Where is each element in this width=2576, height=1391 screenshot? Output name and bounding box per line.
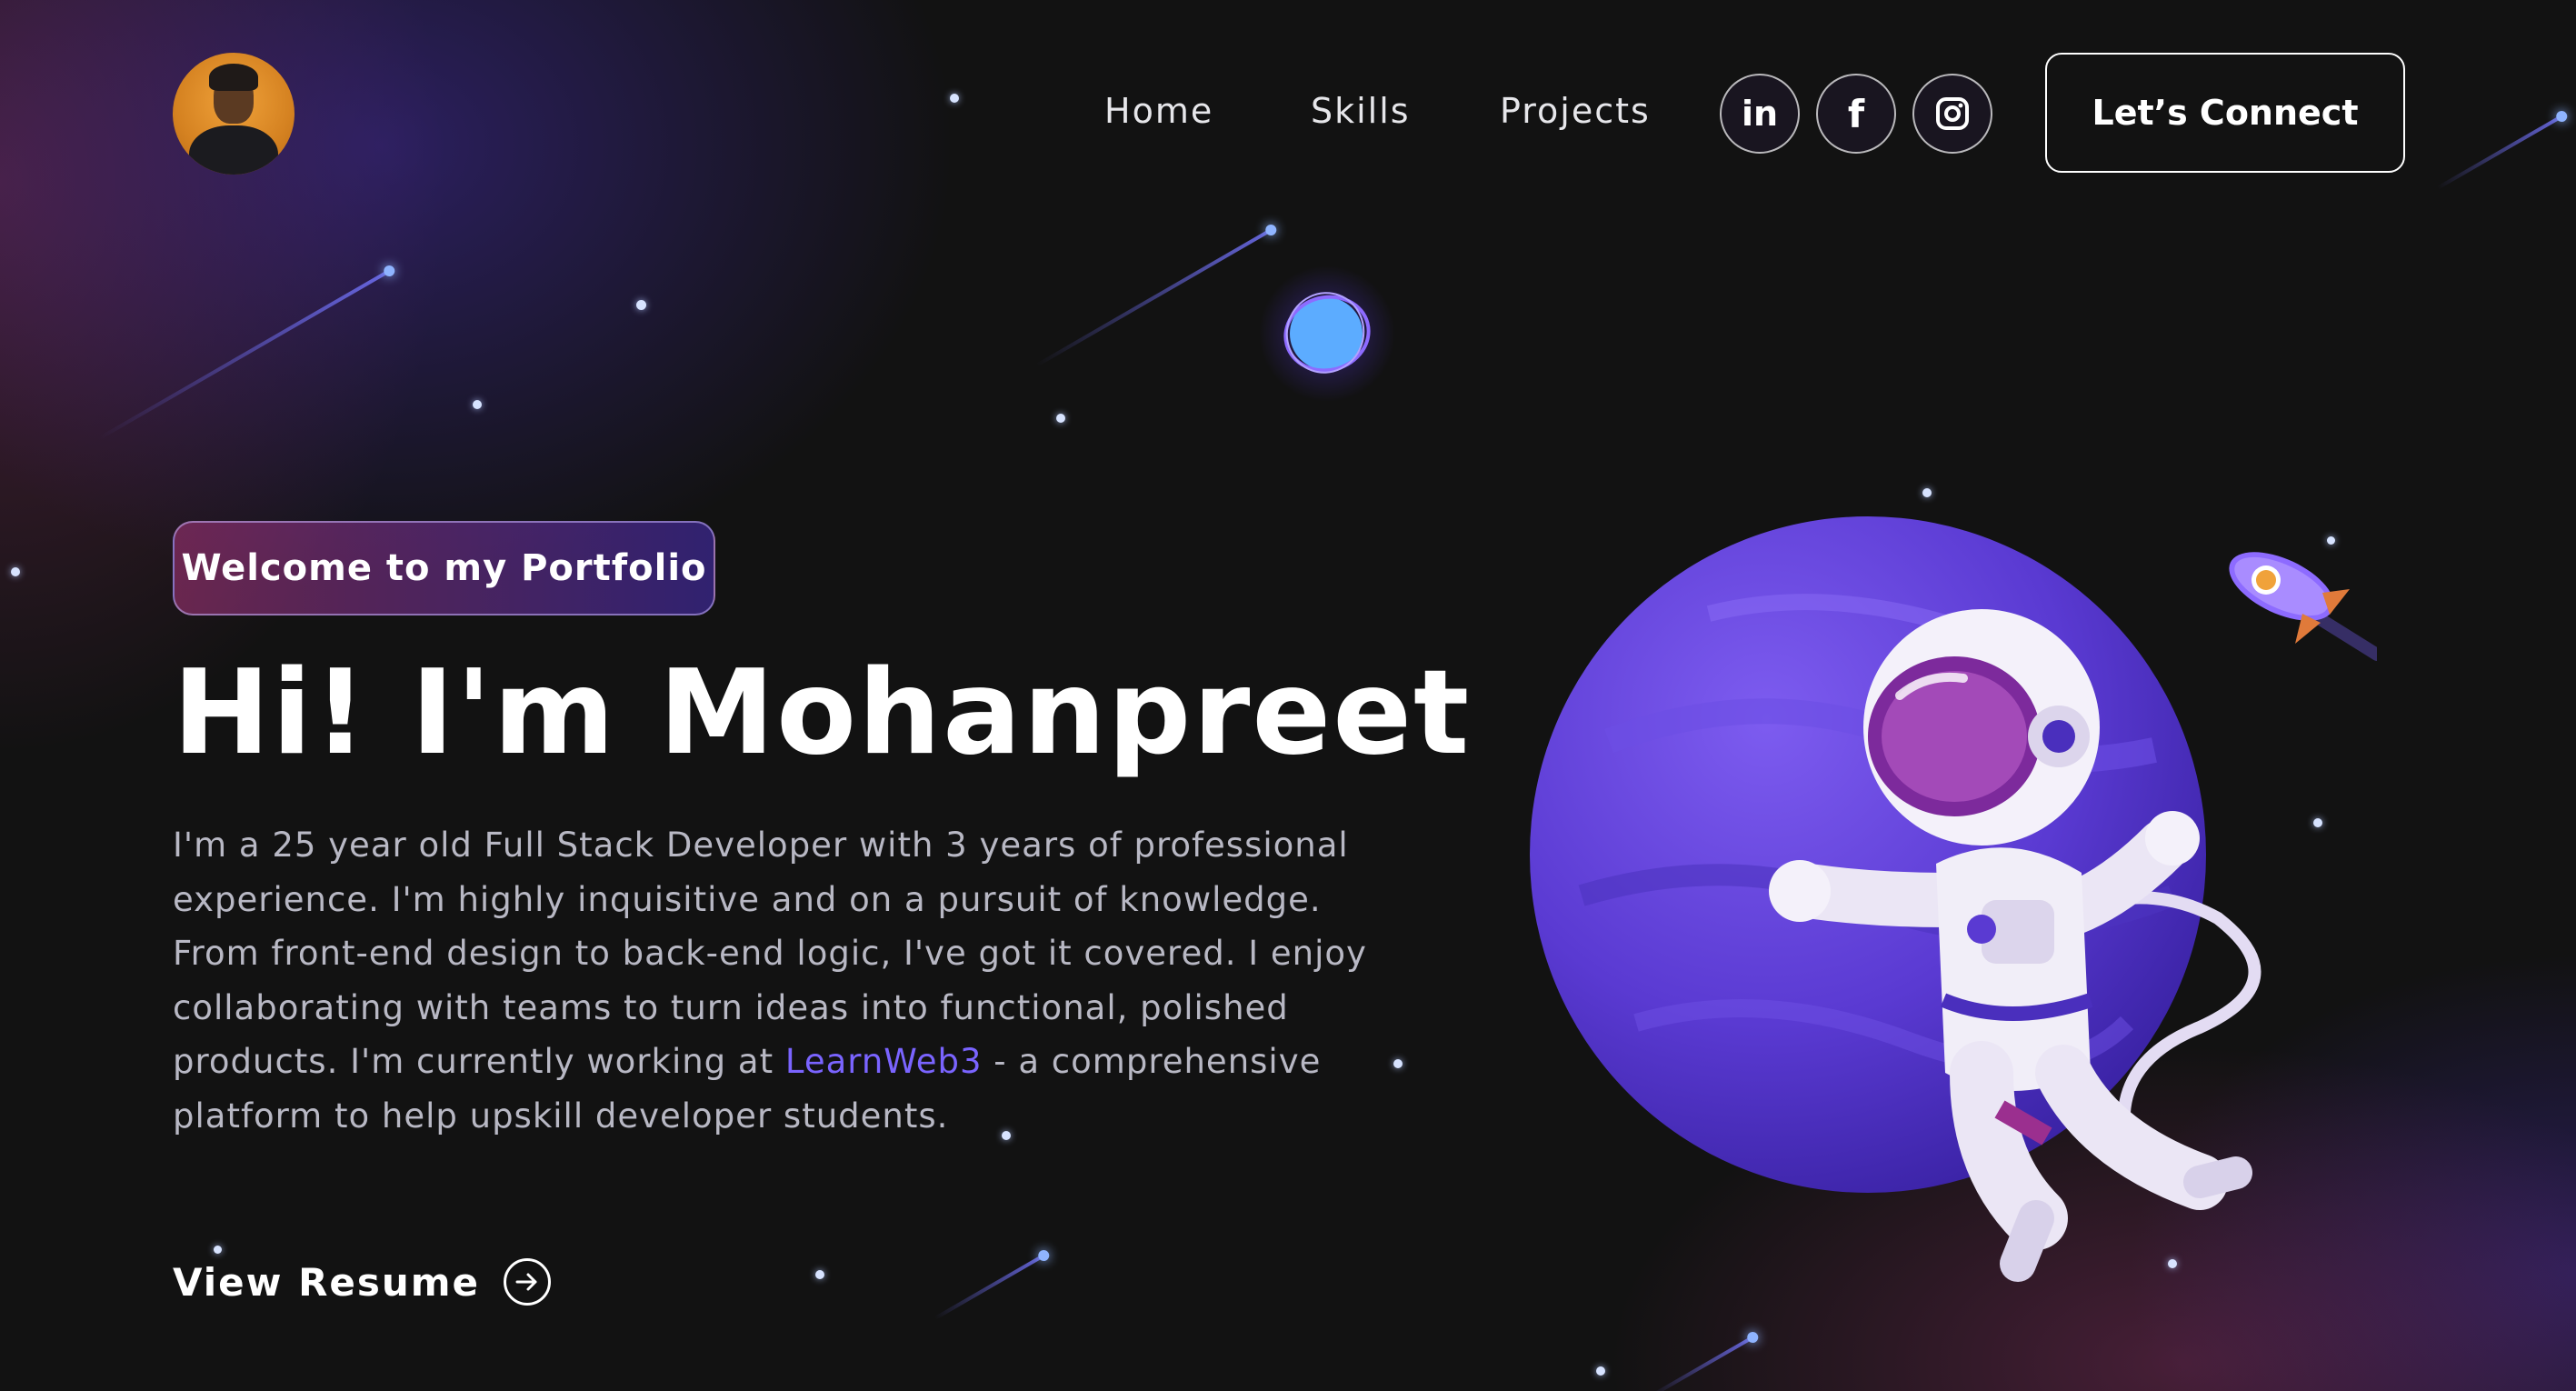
nav-home[interactable]: Home bbox=[1104, 91, 1213, 131]
star bbox=[950, 94, 959, 103]
nav-projects[interactable]: Projects bbox=[1500, 91, 1651, 131]
view-resume-button[interactable]: View Resume bbox=[173, 1258, 552, 1306]
nav-skills[interactable]: Skills bbox=[1311, 91, 1411, 131]
page-title: Hi! I'm Mohanpreet bbox=[173, 645, 1472, 781]
lets-connect-button[interactable]: Let’s Connect bbox=[2045, 53, 2405, 173]
instagram-button[interactable] bbox=[1912, 74, 1992, 154]
view-resume-label: View Resume bbox=[173, 1259, 481, 1305]
astronaut-icon bbox=[1769, 609, 2261, 1282]
arrow-right-icon bbox=[504, 1258, 552, 1306]
avatar-turban bbox=[209, 64, 258, 91]
avatar[interactable] bbox=[173, 53, 295, 175]
meteor bbox=[934, 1253, 1046, 1320]
learnweb3-link[interactable]: LearnWeb3 bbox=[785, 1042, 983, 1081]
linkedin-icon: in bbox=[1741, 94, 1779, 134]
star bbox=[1056, 414, 1065, 423]
avatar-body bbox=[189, 125, 278, 175]
star bbox=[473, 400, 482, 409]
star bbox=[214, 1246, 222, 1254]
meteor bbox=[2436, 114, 2564, 190]
facebook-button[interactable]: f bbox=[1816, 74, 1896, 154]
meteor bbox=[1035, 227, 1273, 367]
welcome-tagline: Welcome to my Portfolio bbox=[173, 521, 715, 615]
star bbox=[1922, 488, 1932, 497]
portfolio-page: Home Skills Projects in f Let’s Connect … bbox=[0, 0, 2576, 1391]
bio-paragraph: I'm a 25 year old Full Stack Developer w… bbox=[173, 818, 1418, 1143]
meteor bbox=[98, 268, 392, 440]
meteor bbox=[1651, 1335, 1755, 1391]
instagram-icon bbox=[1936, 97, 1969, 130]
star bbox=[1596, 1366, 1605, 1376]
star bbox=[636, 300, 646, 310]
star bbox=[815, 1270, 824, 1279]
star bbox=[11, 567, 20, 576]
linkedin-button[interactable]: in bbox=[1720, 74, 1800, 154]
glowing-planet-icon bbox=[1259, 265, 1395, 402]
facebook-icon: f bbox=[1847, 91, 1865, 136]
